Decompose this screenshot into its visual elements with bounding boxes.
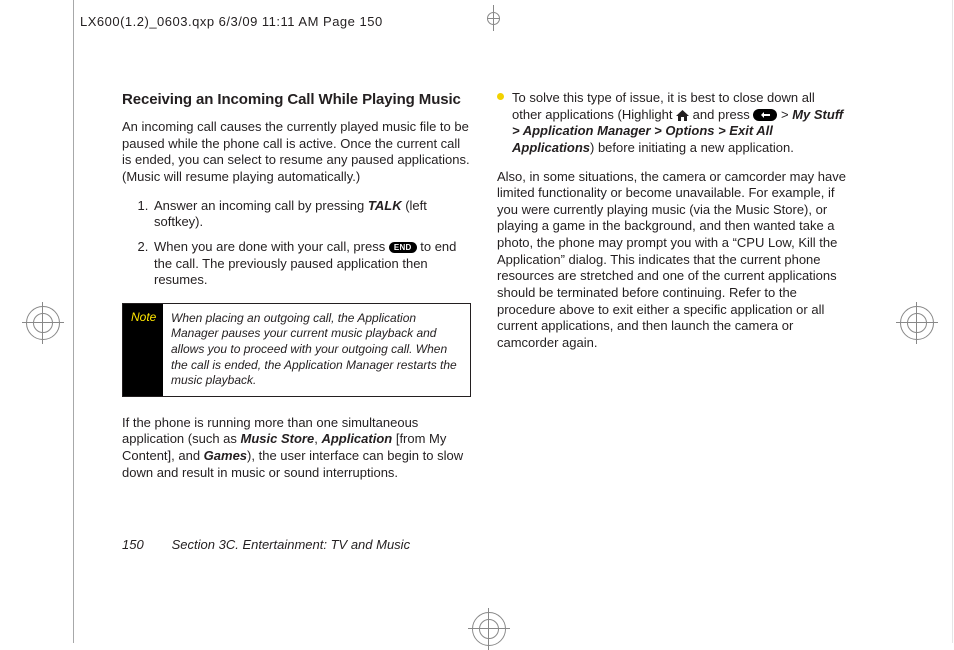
step-1-text-a: Answer an incoming call by pressing — [154, 198, 368, 213]
intro-paragraph: An incoming call causes the currently pl… — [122, 119, 471, 186]
also-paragraph: Also, in some situations, the camera or … — [497, 169, 846, 352]
section-heading: Receiving an Incoming Call While Playing… — [122, 90, 471, 109]
document-slug: LX600(1.2)_0603.qxp 6/3/09 11:11 AM Page… — [80, 14, 383, 29]
application-label: Application — [321, 431, 392, 446]
back-key-icon — [753, 109, 777, 121]
end-key-icon: END — [389, 242, 417, 254]
note-box: Note When placing an outgoing call, the … — [122, 303, 471, 397]
steps-list: Answer an incoming call by pressing TALK… — [122, 198, 471, 289]
bullet-text-c: > — [781, 107, 792, 122]
section-title: Section 3C. Entertainment: TV and Music — [172, 537, 410, 552]
registration-mark-right — [900, 306, 934, 340]
page-footer: 150 Section 3C. Entertainment: TV and Mu… — [122, 537, 410, 552]
music-store-label: Music Store — [241, 431, 315, 446]
registration-mark-bottom — [472, 612, 506, 646]
talk-key-label: TALK — [368, 198, 402, 213]
page-content: Receiving an Incoming Call While Playing… — [122, 90, 854, 493]
step-2-text-a: When you are done with your call, press — [154, 239, 389, 254]
page-number: 150 — [122, 537, 168, 552]
games-label: Games — [204, 448, 247, 463]
registration-mark-left — [26, 306, 60, 340]
if-phone-paragraph: If the phone is running more than one si… — [122, 415, 471, 482]
top-crop-mark — [485, 5, 503, 31]
bullet-text-b: and press — [693, 107, 754, 122]
right-column: To solve this type of issue, it is best … — [497, 90, 846, 493]
bullet-solve: To solve this type of issue, it is best … — [497, 90, 846, 157]
step-2: When you are done with your call, press … — [152, 239, 471, 289]
note-label: Note — [123, 304, 163, 396]
bullet-dot-icon — [497, 93, 504, 100]
home-icon — [676, 110, 689, 121]
step-1: Answer an incoming call by pressing TALK… — [152, 198, 471, 231]
note-body: When placing an outgoing call, the Appli… — [163, 304, 470, 396]
bullet-text-d: ) before initiating a new application. — [590, 140, 794, 155]
left-column: Receiving an Incoming Call While Playing… — [122, 90, 471, 493]
